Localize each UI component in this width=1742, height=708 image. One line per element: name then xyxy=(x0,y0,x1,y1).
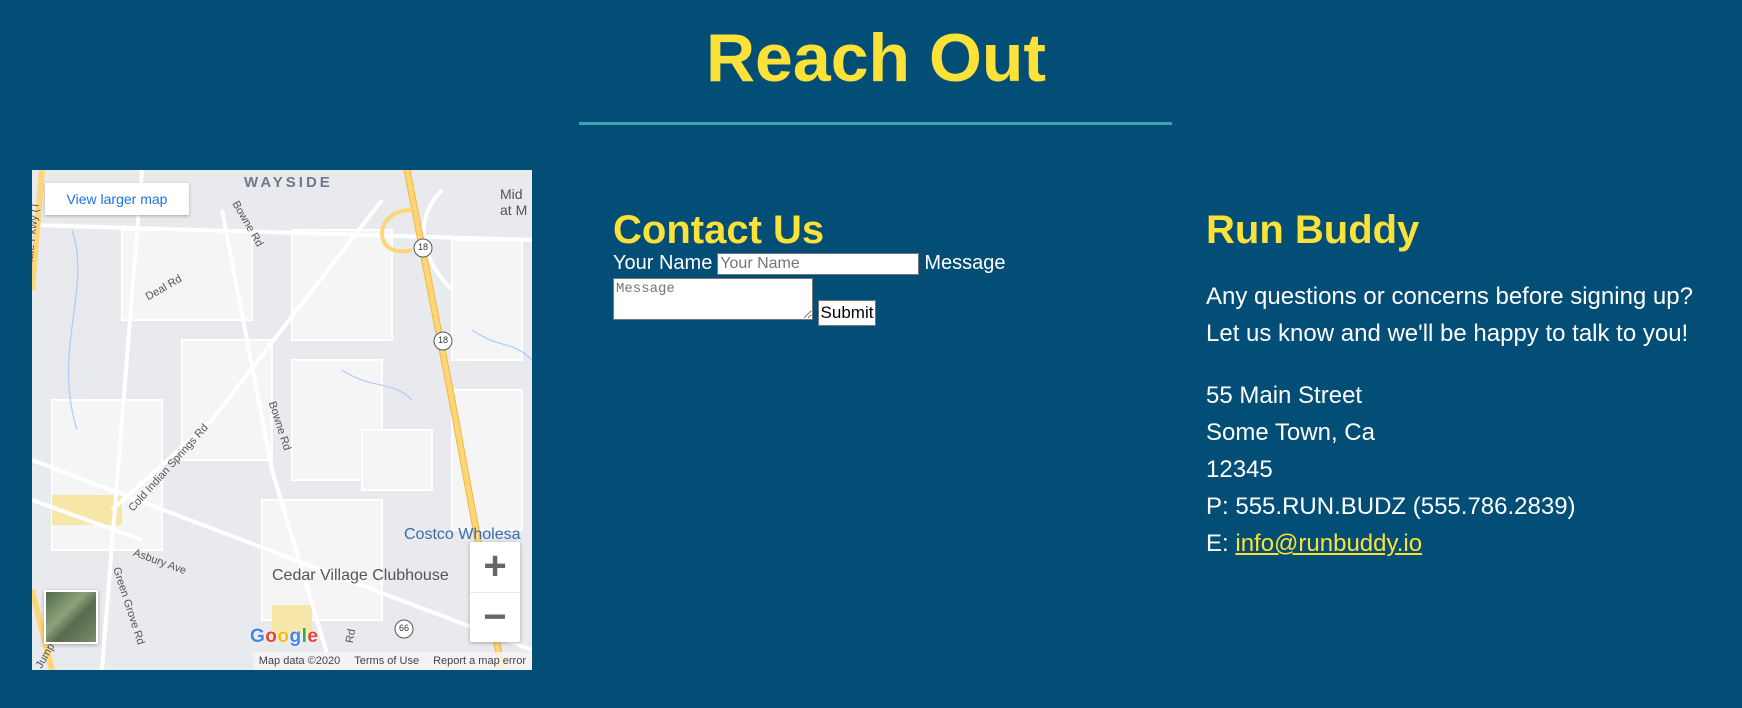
name-input[interactable] xyxy=(717,252,920,275)
phone-number: 555.RUN.BUDZ (555.786.2839) xyxy=(1235,493,1576,520)
contact-heading: Contact Us xyxy=(613,208,825,252)
route-shield-label: 18 xyxy=(418,242,429,252)
address-line-1: 55 Main Street xyxy=(1206,382,1363,409)
report-map-error-link[interactable]: Report a map error xyxy=(433,652,526,670)
zoom-control: + − xyxy=(470,542,520,642)
zip-code: 12345 xyxy=(1206,456,1273,483)
zoom-out-button[interactable]: − xyxy=(470,592,520,643)
intro-line-2: Let us know and we'll be happy to talk t… xyxy=(1206,320,1689,347)
map-footer: Map data ©2020 Terms of Use Report a map… xyxy=(252,652,532,670)
email-line: E: info@runbuddy.io xyxy=(1206,525,1422,562)
route-shield-label: 66 xyxy=(399,623,410,633)
map-data-attribution: Map data ©2020 xyxy=(258,655,341,667)
embedded-map[interactable]: WAYSIDE Costco Wholesa Cedar Village Clu… xyxy=(32,170,532,670)
run-buddy-heading: Run Buddy xyxy=(1206,208,1420,252)
contact-form: Your Name Message xyxy=(613,252,1005,275)
satellite-toggle-button[interactable] xyxy=(44,590,98,644)
email-prefix: E: xyxy=(1206,530,1229,557)
route-shield-label: 18 xyxy=(438,335,449,345)
map-place-label: Mid at M xyxy=(500,186,528,218)
title-divider xyxy=(579,122,1172,125)
address-line-2: Some Town, Ca xyxy=(1206,419,1375,446)
phone-line: P: 555.RUN.BUDZ (555.786.2839) xyxy=(1206,488,1576,525)
submit-button[interactable]: Submit xyxy=(818,300,876,326)
view-larger-map-link[interactable]: View larger map xyxy=(45,183,189,215)
map-place-label: Cedar Village Clubhouse xyxy=(272,567,449,584)
map-place-label: WAYSIDE xyxy=(244,174,333,191)
zoom-in-button[interactable]: + xyxy=(470,542,520,592)
intro-line-1: Any questions or concerns before signing… xyxy=(1206,283,1693,310)
google-logo: Google xyxy=(250,626,319,647)
name-label: Your Name xyxy=(613,252,713,274)
terms-of-use-link[interactable]: Terms of Use xyxy=(354,652,419,670)
message-textarea[interactable] xyxy=(613,278,813,320)
street-label: Rd xyxy=(343,628,359,644)
message-label: Message xyxy=(924,252,1006,274)
phone-prefix: P: xyxy=(1206,493,1229,520)
page-title: Reach Out xyxy=(705,20,1047,96)
email-link[interactable]: info@runbuddy.io xyxy=(1235,530,1422,557)
